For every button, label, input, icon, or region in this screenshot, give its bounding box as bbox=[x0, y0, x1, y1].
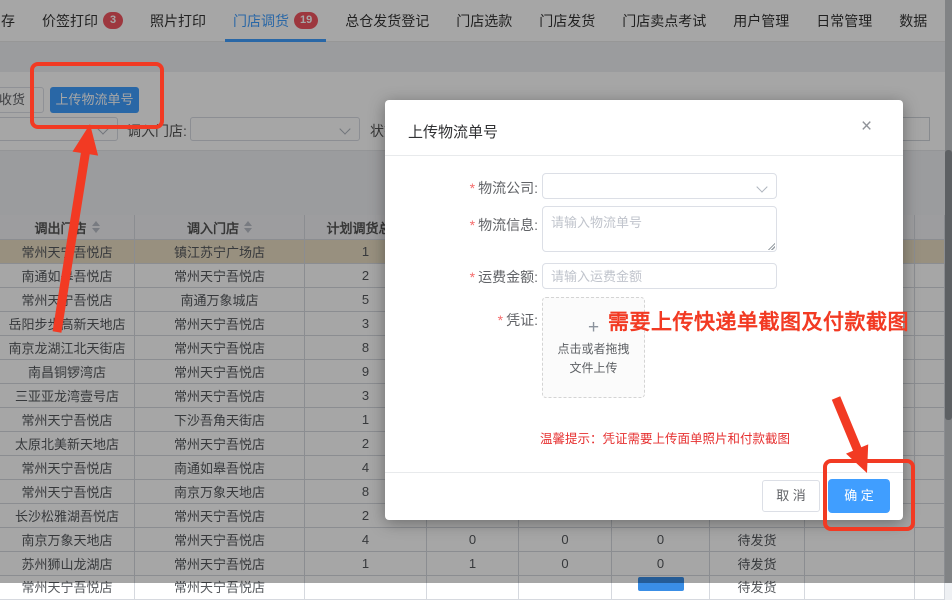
cancel-button[interactable]: 取 消 bbox=[762, 480, 820, 512]
logistics-info-textarea[interactable] bbox=[543, 207, 776, 251]
modal-title: 上传物流单号 bbox=[408, 124, 499, 141]
freight-amount-label: * 运费金额: bbox=[469, 269, 538, 285]
required-mark: * bbox=[469, 180, 476, 196]
close-icon[interactable]: × bbox=[861, 117, 872, 137]
upload-hint-text: 点击或者拖拽文件上传 bbox=[557, 342, 630, 375]
logistics-company-label: * 物流公司: bbox=[469, 180, 538, 196]
logistics-company-select[interactable] bbox=[542, 173, 777, 199]
chevron-down-icon bbox=[756, 181, 768, 193]
annotation-rect-confirm-button bbox=[823, 459, 915, 531]
logistics-info-field-wrap bbox=[542, 206, 777, 252]
annotation-rect-upload-button bbox=[30, 62, 164, 129]
modal-header-divider bbox=[385, 155, 903, 156]
resize-handle-icon[interactable] bbox=[767, 242, 775, 250]
freight-amount-input[interactable] bbox=[542, 263, 777, 289]
required-mark: * bbox=[469, 217, 476, 233]
voucher-label: * 凭证: bbox=[497, 312, 538, 328]
annotation-upload-note: 需要上传快递单截图及付款截图 bbox=[608, 311, 909, 334]
required-mark: * bbox=[469, 269, 476, 285]
required-mark: * bbox=[497, 312, 504, 328]
warm-tip-text: 温馨提示：凭证需要上传面单照片和付款截图 bbox=[540, 432, 791, 446]
logistics-info-label: * 物流信息: bbox=[469, 217, 538, 233]
